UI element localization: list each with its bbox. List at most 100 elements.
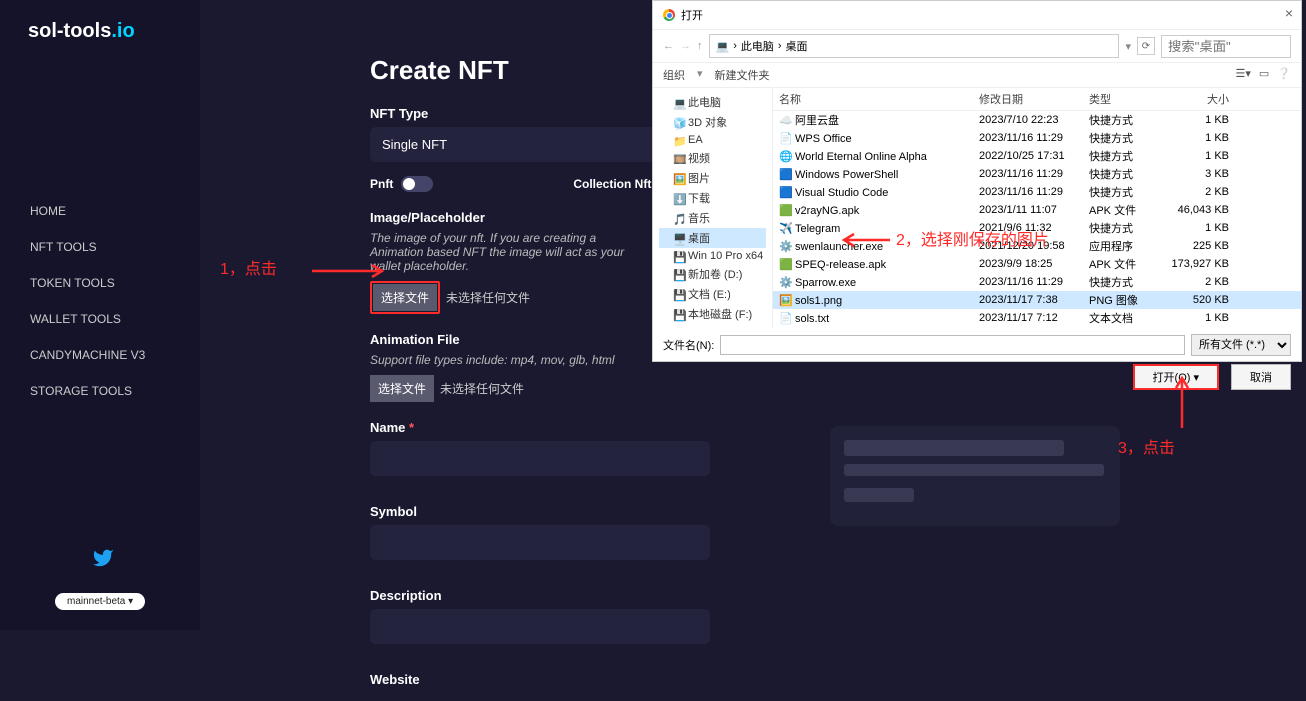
nav-item[interactable]: WALLET TOOLS	[0, 301, 200, 337]
col-size[interactable]: 大小	[1169, 91, 1229, 107]
dialog-titlebar: 打开 ×	[653, 1, 1301, 29]
desc-label: Description	[370, 588, 1070, 603]
file-icon: 🌐	[779, 150, 791, 162]
desc-input[interactable]	[370, 609, 710, 644]
annotation-3: 3，点击	[1118, 434, 1175, 458]
folder-icon: 💻	[673, 97, 684, 108]
logo-text: sol-tools	[28, 20, 111, 42]
view-icon[interactable]: ☰▾	[1236, 67, 1251, 83]
nav-fwd-icon[interactable]: →	[680, 40, 691, 52]
tree-item[interactable]: ⬇️下载	[659, 188, 766, 208]
folder-tree[interactable]: 💻此电脑🧊3D 对象📁EA🎞️视频🖼️图片⬇️下载🎵音乐🖥️桌面💾Win 10 …	[653, 88, 773, 328]
tree-item[interactable]: 🎵音乐	[659, 208, 766, 228]
organize-button[interactable]: 组织	[663, 67, 685, 83]
tree-item[interactable]: 🖼️图片	[659, 168, 766, 188]
nav-item[interactable]: HOME	[0, 193, 200, 229]
nav-back-icon[interactable]: ←	[663, 40, 674, 52]
folder-icon: 💾	[673, 289, 684, 300]
col-type[interactable]: 类型	[1089, 91, 1169, 107]
file-icon: 🟩	[779, 258, 791, 270]
network-badge[interactable]: mainnet-beta ▾	[55, 593, 145, 610]
nav-item[interactable]: STORAGE TOOLS	[0, 373, 200, 409]
file-row[interactable]: 🖼️sols.png2023/11/16 20:31PNG 图像520 KB	[773, 327, 1301, 328]
file-icon: ⚙️	[779, 276, 791, 288]
file-icon: 📄	[779, 132, 791, 144]
website-label: Website	[370, 672, 1070, 687]
nav-item[interactable]: CANDYMACHINE V3	[0, 337, 200, 373]
image-file-button[interactable]: 选择文件	[373, 284, 437, 311]
tree-item[interactable]: 💾软件 (G:)	[659, 324, 766, 328]
col-date[interactable]: 修改日期	[979, 91, 1089, 107]
file-row[interactable]: 🟩SPEQ-release.apk2023/9/9 18:25APK 文件173…	[773, 255, 1301, 273]
tree-item[interactable]: 📁EA	[659, 132, 766, 148]
tree-item[interactable]: 🎞️视频	[659, 148, 766, 168]
file-icon: 🟩	[779, 204, 791, 216]
twitter-icon[interactable]	[92, 547, 114, 575]
file-list: 名称 修改日期 类型 大小 ☁️阿里云盘2023/7/10 22:23快捷方式1…	[773, 88, 1301, 328]
breadcrumb-pc[interactable]: 此电脑	[741, 38, 774, 54]
cancel-button[interactable]: 取消	[1231, 364, 1291, 390]
pnft-label: Pnft	[370, 177, 393, 191]
file-row[interactable]: 📄sols.txt2023/11/17 7:12文本文档1 KB	[773, 309, 1301, 327]
file-row[interactable]: 🟦Visual Studio Code2023/11/16 11:29快捷方式2…	[773, 183, 1301, 201]
folder-icon: 📁	[673, 135, 684, 146]
dialog-footer: 文件名(N): 所有文件 (*.*) 打开(O) ▾ 取消	[653, 328, 1301, 396]
pnft-toggle[interactable]: Pnft	[370, 176, 433, 192]
arrow-2-icon	[836, 232, 892, 253]
address-path[interactable]: 💻 › 此电脑 › 桌面	[709, 34, 1120, 58]
refresh-icon[interactable]: ⟳	[1137, 37, 1155, 55]
help-icon[interactable]: ❔	[1277, 67, 1291, 83]
logo-suffix: .io	[111, 20, 134, 42]
file-row[interactable]: 🖼️sols1.png2023/11/17 7:38PNG 图像520 KB	[773, 291, 1301, 309]
file-icon: ☁️	[779, 114, 791, 126]
file-open-dialog: 打开 × ← → ↑ 💻 › 此电脑 › 桌面 ▾ ⟳ 组织▾ 新建文件夹 ☰▾…	[652, 0, 1302, 362]
network-label: mainnet-beta	[67, 596, 125, 607]
folder-icon: 💾	[673, 269, 684, 280]
annotation-2: 2，选择刚保存的图片	[896, 226, 1049, 250]
file-row[interactable]: ☁️阿里云盘2023/7/10 22:23快捷方式1 KB	[773, 111, 1301, 129]
file-row[interactable]: ⚙️Sparrow.exe2023/11/16 11:29快捷方式2 KB	[773, 273, 1301, 291]
file-row[interactable]: 🟩v2rayNG.apk2023/1/11 11:07APK 文件46,043 …	[773, 201, 1301, 219]
name-input[interactable]	[370, 441, 710, 476]
nav-item[interactable]: TOKEN TOOLS	[0, 265, 200, 301]
tree-item[interactable]: 💾本地磁盘 (F:)	[659, 304, 766, 324]
folder-icon: ⬇️	[673, 193, 684, 204]
sidebar: sol-tools.io HOMENFT TOOLSTOKEN TOOLSWAL…	[0, 0, 200, 630]
folder-icon: 🎞️	[673, 153, 684, 164]
new-folder-button[interactable]: 新建文件夹	[715, 67, 770, 83]
folder-icon: 🎵	[673, 213, 684, 224]
preview-card	[830, 426, 1120, 526]
file-row[interactable]: 🟦Windows PowerShell2023/11/16 11:29快捷方式3…	[773, 165, 1301, 183]
annotation-1: 1，点击	[220, 255, 277, 279]
tree-item[interactable]: 💾新加卷 (D:)	[659, 264, 766, 284]
symbol-input[interactable]	[370, 525, 710, 560]
file-row[interactable]: 📄WPS Office2023/11/16 11:29快捷方式1 KB	[773, 129, 1301, 147]
image-help: The image of your nft. If you are creati…	[370, 231, 650, 273]
breadcrumb-desktop[interactable]: 桌面	[786, 38, 808, 54]
tree-item[interactable]: 🧊3D 对象	[659, 112, 766, 132]
anim-file-button[interactable]: 选择文件	[370, 375, 434, 402]
preview-icon[interactable]: ▭	[1259, 67, 1269, 83]
tree-item[interactable]: 💾Win 10 Pro x64	[659, 248, 766, 264]
nav-up-icon[interactable]: ↑	[697, 40, 703, 52]
filename-input[interactable]	[720, 335, 1185, 355]
address-bar: ← → ↑ 💻 › 此电脑 › 桌面 ▾ ⟳	[653, 29, 1301, 63]
col-name[interactable]: 名称	[779, 91, 979, 107]
dialog-toolbar: 组织▾ 新建文件夹 ☰▾ ▭ ❔	[653, 63, 1301, 88]
tree-item[interactable]: 💾文档 (E:)	[659, 284, 766, 304]
nft-type-value: Single NFT	[382, 137, 447, 152]
filename-label: 文件名(N):	[663, 337, 714, 353]
folder-icon: 🖼️	[673, 173, 684, 184]
filetype-select[interactable]: 所有文件 (*.*)	[1191, 334, 1291, 356]
search-input[interactable]	[1161, 35, 1291, 58]
close-icon[interactable]: ×	[1285, 5, 1293, 21]
folder-icon: 🖥️	[673, 233, 684, 244]
file-icon: ⚙️	[779, 240, 791, 252]
nav-item[interactable]: NFT TOOLS	[0, 229, 200, 265]
list-header[interactable]: 名称 修改日期 类型 大小	[773, 88, 1301, 111]
file-row[interactable]: 🌐World Eternal Online Alpha2022/10/25 17…	[773, 147, 1301, 165]
logo: sol-tools.io	[0, 20, 200, 53]
tree-item[interactable]: 🖥️桌面	[659, 228, 766, 248]
tree-item[interactable]: 💻此电脑	[659, 92, 766, 112]
file-icon: 🖼️	[779, 294, 791, 306]
